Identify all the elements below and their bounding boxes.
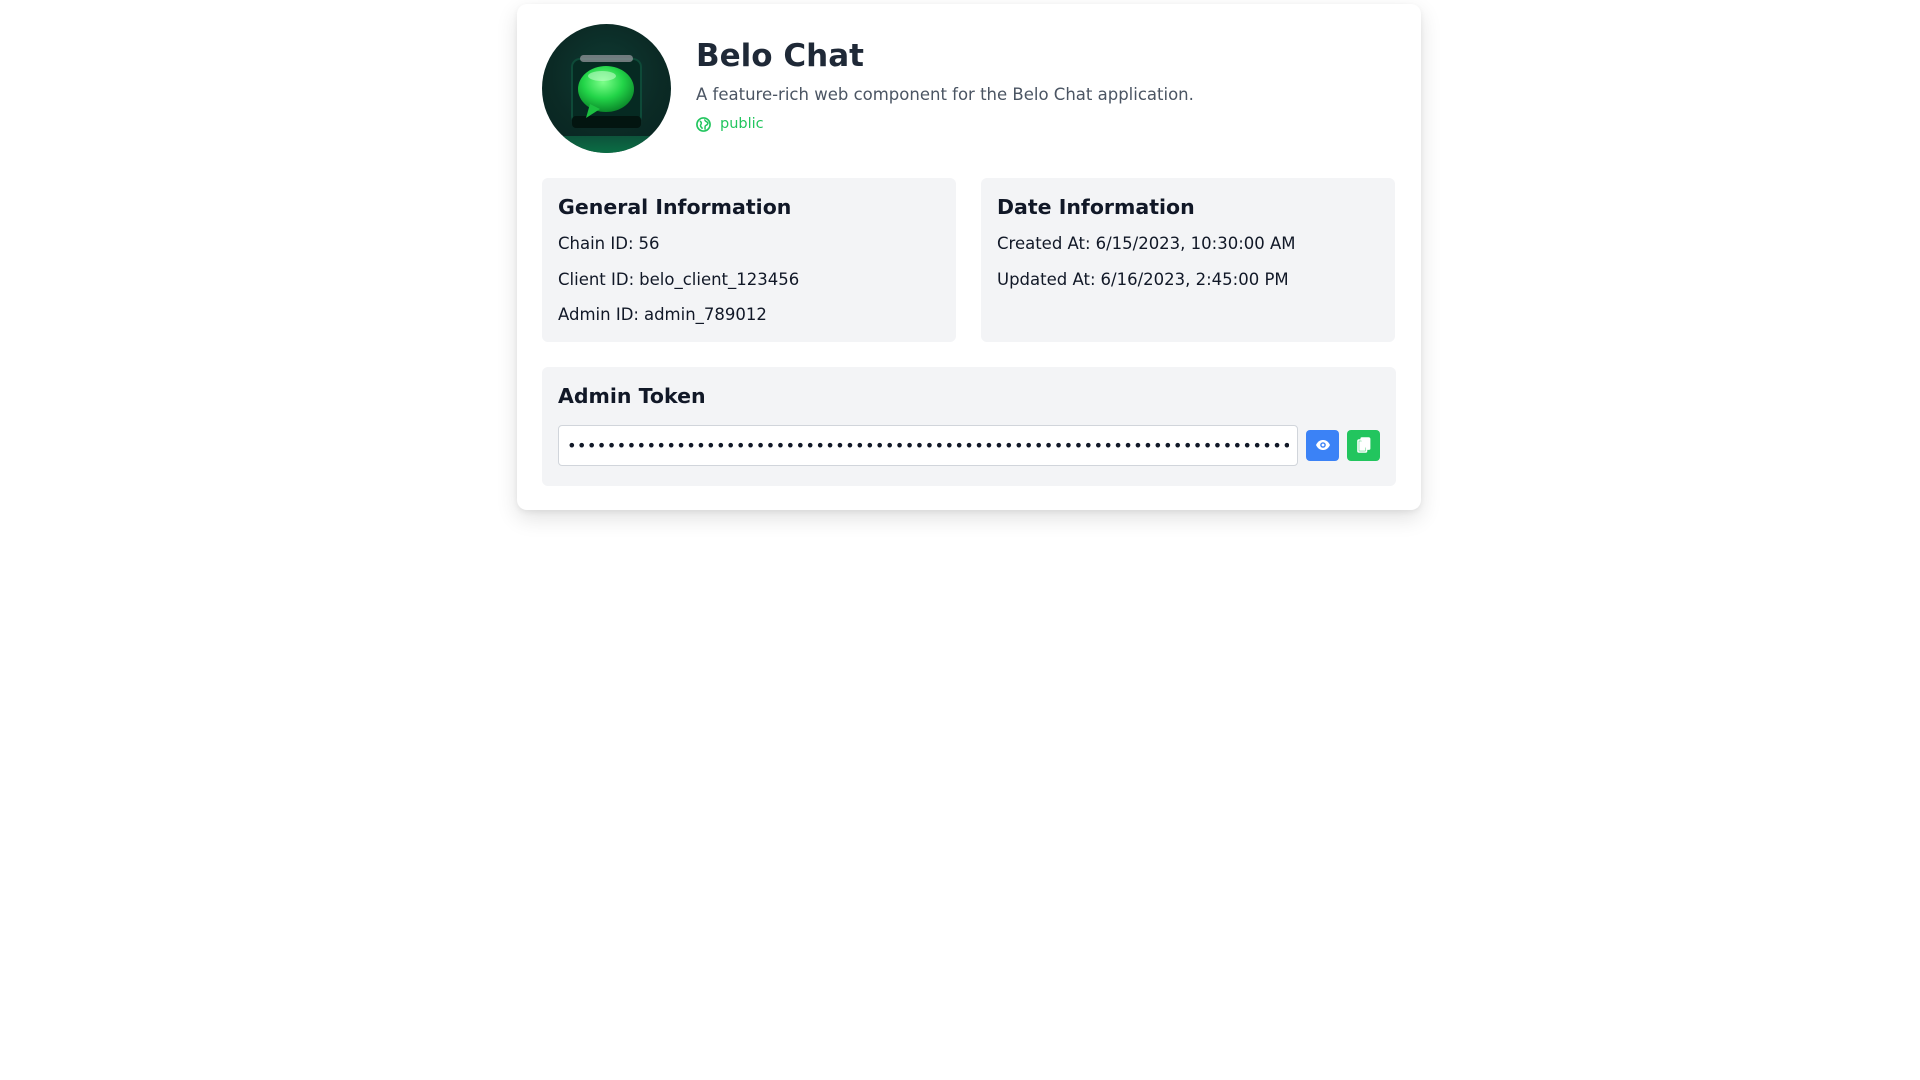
chain-id-label: Chain ID: — [558, 233, 634, 253]
app-header: Belo Chat A feature-rich web component f… — [542, 24, 1396, 153]
app-description: A feature-rich web component for the Bel… — [696, 85, 1194, 105]
app-header-text: Belo Chat A feature-rich web component f… — [696, 24, 1194, 132]
admin-id-value: admin_789012 — [643, 305, 767, 325]
app-title: Belo Chat — [696, 38, 864, 74]
copy-icon — [1356, 437, 1370, 453]
info-panels: General Information Chain ID: 56 Client I… — [542, 178, 1396, 342]
admin-id-row: Admin ID: admin_789012 — [558, 303, 940, 327]
client-id-value: belo_client_123456 — [639, 269, 800, 289]
created-at-label: Created At: — [997, 233, 1091, 253]
created-at-value: 6/15/2023, 10:30:00 AM — [1095, 233, 1296, 253]
client-id-row: Client ID: belo_client_123456 — [558, 268, 940, 292]
date-information-heading: Date Information — [997, 195, 1195, 219]
updated-at-label: Updated At: — [997, 269, 1096, 289]
eye-icon — [1315, 440, 1330, 451]
chain-id-value: 56 — [638, 233, 660, 253]
date-information-panel: Date Information Created At: 6/15/2023, 1… — [981, 178, 1395, 342]
admin-token-row — [558, 424, 1380, 466]
admin-id-label: Admin ID: — [558, 305, 639, 325]
admin-token-panel: Admin Token — [542, 367, 1396, 486]
general-information-heading: General Information — [558, 195, 792, 219]
client-id-label: Client ID: — [558, 269, 635, 289]
created-at-row: Created At: 6/15/2023, 10:30:00 AM — [997, 232, 1379, 256]
admin-token-heading: Admin Token — [558, 384, 706, 408]
chain-id-row: Chain ID: 56 — [558, 232, 940, 256]
app-details-card: Belo Chat A feature-rich web component f… — [517, 4, 1421, 510]
general-information-panel: General Information Chain ID: 56 Client I… — [542, 178, 956, 342]
toggle-token-visibility-button[interactable] — [1306, 429, 1340, 461]
chat-bubble-icon — [542, 55, 671, 153]
updated-at-row: Updated At: 6/16/2023, 2:45:00 PM — [997, 268, 1379, 292]
visibility-badge: public — [696, 116, 1194, 132]
updated-at-value: 6/16/2023, 2:45:00 PM — [1100, 269, 1289, 289]
visibility-label: public — [720, 116, 764, 133]
globe-icon — [696, 116, 711, 132]
copy-token-button[interactable] — [1347, 429, 1380, 461]
app-avatar — [542, 24, 671, 153]
admin-token-input[interactable] — [558, 424, 1299, 466]
